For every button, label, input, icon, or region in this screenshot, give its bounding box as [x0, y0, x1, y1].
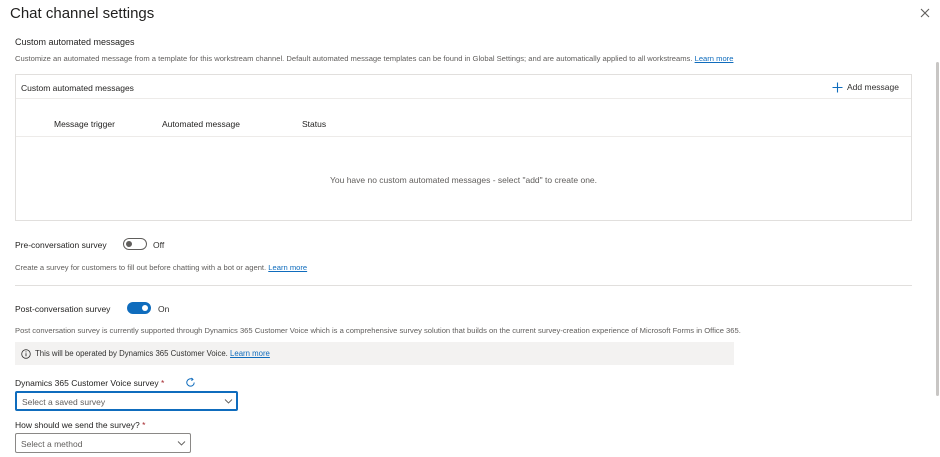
info-banner: This will be operated by Dynamics 365 Cu… — [15, 342, 734, 365]
post-survey-toggle[interactable] — [127, 302, 151, 314]
add-icon — [832, 82, 843, 92]
chevron-down-icon — [177, 441, 186, 446]
pre-survey-state: Off — [153, 240, 165, 250]
pre-survey-description-text: Create a survey for customers to fill ou… — [15, 263, 267, 272]
method-dropdown-value: Select a method — [21, 439, 83, 449]
method-field-label: How should we send the survey? * — [15, 420, 145, 430]
required-indicator: * — [161, 378, 165, 388]
table-header-row: Message trigger Automated message Status — [16, 99, 911, 137]
post-survey-label: Post-conversation survey — [15, 304, 111, 314]
automated-messages-panel: Custom automated messages Add message Me… — [15, 74, 912, 221]
pre-survey-label: Pre-conversation survey — [15, 240, 107, 250]
add-message-button[interactable]: Add message — [832, 79, 899, 95]
chevron-down-icon — [224, 399, 233, 404]
divider — [15, 285, 912, 286]
toggle-knob — [142, 305, 148, 311]
column-header-status[interactable]: Status — [302, 119, 326, 129]
post-survey-description: Post conversation survey is currently su… — [15, 326, 741, 335]
pre-survey-learn-more-link[interactable]: Learn more — [268, 263, 307, 272]
method-field-label-text: How should we send the survey? — [15, 420, 140, 430]
info-text: This will be operated by Dynamics 365 Cu… — [35, 349, 228, 358]
method-dropdown[interactable]: Select a method — [15, 433, 191, 453]
pre-survey-description: Create a survey for customers to fill ou… — [15, 263, 307, 272]
post-survey-state: On — [158, 304, 170, 314]
automated-section-title: Custom automated messages — [15, 37, 135, 47]
panel-title: Custom automated messages — [21, 83, 134, 93]
info-learn-more-link[interactable]: Learn more — [230, 349, 270, 358]
survey-dropdown[interactable]: Select a saved survey — [15, 391, 238, 411]
empty-state-message: You have no custom automated messages - … — [329, 175, 598, 185]
scrollbar-thumb[interactable] — [936, 62, 939, 396]
page-title: Chat channel settings — [10, 5, 155, 22]
survey-dropdown-value: Select a saved survey — [22, 397, 106, 407]
info-icon — [21, 348, 31, 359]
survey-field-label-text: Dynamics 365 Customer Voice survey — [15, 378, 159, 388]
required-indicator: * — [142, 420, 146, 430]
close-icon[interactable] — [918, 6, 932, 20]
add-message-label: Add message — [847, 82, 899, 92]
refresh-icon[interactable] — [185, 377, 196, 388]
column-header-message-trigger[interactable]: Message trigger — [54, 119, 115, 129]
automated-description-text: Customize an automated message from a te… — [15, 54, 693, 63]
panel-header: Custom automated messages Add message — [16, 75, 911, 99]
automated-learn-more-link[interactable]: Learn more — [695, 54, 734, 63]
survey-field-label: Dynamics 365 Customer Voice survey * — [15, 378, 164, 388]
automated-description: Customize an automated message from a te… — [15, 54, 733, 63]
pre-survey-toggle[interactable] — [123, 238, 147, 250]
toggle-knob — [126, 241, 132, 247]
column-header-automated-message[interactable]: Automated message — [162, 119, 240, 129]
